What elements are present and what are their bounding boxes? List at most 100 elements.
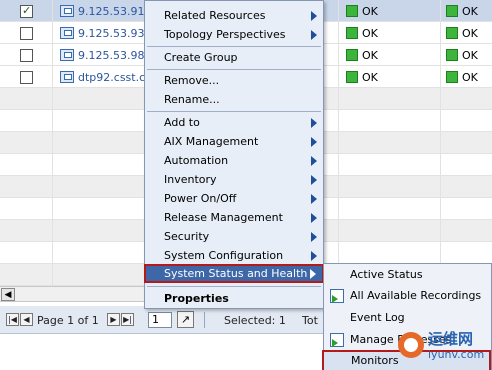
column-divider [440, 0, 441, 286]
status-text: OK [362, 4, 378, 18]
ok-status-icon [346, 49, 358, 61]
submenu-arrow-icon [310, 269, 316, 279]
menu-item-remove[interactable]: Remove... [145, 71, 323, 90]
menu-separator [147, 286, 321, 287]
status-cell: OK [346, 48, 378, 62]
menu-item-security[interactable]: Security [145, 227, 323, 246]
status-cell: OK [446, 70, 478, 84]
menu-item-related-resources[interactable]: Related Resources [145, 6, 323, 25]
status-cell: OK [346, 4, 378, 18]
status-cell: OK [446, 26, 478, 40]
menu-item-inventory[interactable]: Inventory [145, 170, 323, 189]
ok-status-icon [346, 71, 358, 83]
status-cell: OK [446, 48, 478, 62]
first-page-icon[interactable]: |◀ [6, 313, 19, 326]
total-count: Tot [302, 314, 318, 327]
server-icon [60, 27, 74, 39]
submenu-arrow-icon [311, 232, 317, 242]
ok-status-icon [446, 27, 458, 39]
menu-item-label: System Status and Health [164, 267, 308, 280]
selected-count: Selected: 1 [224, 314, 286, 327]
status-cell: OK [346, 26, 378, 40]
status-text: OK [462, 4, 478, 18]
context-menu: Related Resources Topology Perspectives … [144, 0, 324, 309]
submenu-item-label: Monitors [351, 354, 399, 367]
status-cell: OK [446, 4, 478, 18]
ok-status-icon [346, 27, 358, 39]
status-text: OK [362, 48, 378, 62]
menu-item-label: Automation [164, 154, 229, 167]
submenu-item-label: Event Log [350, 311, 405, 324]
page-number-input[interactable]: 1 [148, 312, 172, 328]
submenu-arrow-icon [311, 175, 317, 185]
menu-item-aix-management[interactable]: AIX Management [145, 132, 323, 151]
next-page-icon[interactable]: ▶ [107, 313, 120, 326]
menu-item-power-on-off[interactable]: Power On/Off [145, 189, 323, 208]
menu-item-label: Inventory [164, 173, 217, 186]
menu-item-topology-perspectives[interactable]: Topology Perspectives [145, 25, 323, 44]
recording-icon [330, 289, 344, 303]
menu-item-label: Topology Perspectives [164, 28, 286, 41]
menu-item-create-group[interactable]: Create Group [145, 48, 323, 67]
menu-item-label: Security [164, 230, 210, 243]
resource-name-link[interactable]: 9.125.53.98 [78, 49, 144, 62]
server-icon [60, 49, 74, 61]
menu-item-properties[interactable]: Properties [145, 289, 323, 308]
submenu-arrow-icon [311, 194, 317, 204]
menu-item-system-status-and-health[interactable]: System Status and Health [144, 264, 324, 283]
menu-item-release-management[interactable]: Release Management [145, 208, 323, 227]
column-divider [338, 0, 339, 286]
menu-item-rename[interactable]: Rename... [145, 90, 323, 109]
submenu-item-active-status[interactable]: Active Status [324, 264, 491, 286]
ok-status-icon [446, 5, 458, 17]
server-icon [60, 5, 74, 17]
submenu-arrow-icon [311, 11, 317, 21]
menu-item-label: Power On/Off [164, 192, 237, 205]
status-text: OK [362, 26, 378, 40]
submenu-arrow-icon [311, 251, 317, 261]
menu-separator [147, 111, 321, 112]
menu-item-label: Related Resources [164, 9, 266, 22]
submenu-item-all-available-recordings[interactable]: All Available Recordings [324, 285, 491, 307]
scroll-left-icon[interactable]: ◀ [1, 288, 15, 301]
last-page-icon[interactable]: ▶| [121, 313, 134, 326]
row-checkbox[interactable] [20, 4, 33, 18]
resource-name-link[interactable]: dtp92.csst.c [78, 71, 145, 84]
ok-status-icon [346, 5, 358, 17]
resource-name-link[interactable]: 9.125.53.91 [78, 5, 144, 18]
watermark-logo-icon [398, 332, 424, 358]
status-text: OK [362, 70, 378, 84]
status-text: OK [462, 48, 478, 62]
status-text: OK [462, 70, 478, 84]
menu-item-label: System Configuration [164, 249, 284, 262]
submenu-arrow-icon [311, 137, 317, 147]
menu-separator [147, 69, 321, 70]
ok-status-icon [446, 49, 458, 61]
submenu-item-label: Active Status [350, 268, 423, 281]
resource-name-link[interactable]: 9.125.53.93 [78, 27, 144, 40]
divider [204, 312, 205, 328]
row-checkbox[interactable] [20, 27, 33, 40]
menu-item-label: Create Group [164, 51, 238, 64]
go-to-page-icon[interactable]: ↗ [177, 311, 194, 328]
submenu-item-label: All Available Recordings [350, 289, 482, 302]
menu-item-add-to[interactable]: Add to [145, 113, 323, 132]
submenu-arrow-icon [311, 156, 317, 166]
page-indicator: Page 1 of 1 [37, 314, 99, 327]
submenu-arrow-icon [311, 30, 317, 40]
menu-item-label: Add to [164, 116, 200, 129]
previous-page-icon[interactable]: ◀ [20, 313, 33, 326]
submenu-arrow-icon [311, 118, 317, 128]
server-icon [60, 71, 74, 83]
row-checkbox[interactable] [20, 71, 33, 84]
watermark-url: iyunv.com [428, 348, 485, 361]
status-text: OK [462, 26, 478, 40]
menu-item-system-configuration[interactable]: System Configuration [145, 246, 323, 265]
menu-separator [147, 46, 321, 47]
row-checkbox[interactable] [20, 49, 33, 62]
submenu-arrow-icon [311, 213, 317, 223]
menu-item-label: Release Management [164, 211, 283, 224]
menu-item-label: Remove... [164, 74, 220, 87]
menu-item-automation[interactable]: Automation [145, 151, 323, 170]
column-divider [52, 0, 53, 286]
